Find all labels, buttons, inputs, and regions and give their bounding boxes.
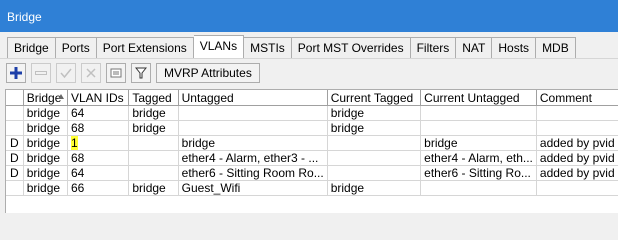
tab-port-extensions[interactable]: Port Extensions (96, 37, 194, 59)
cell-tagged: bridge (128, 120, 179, 136)
cell-untagged: ether6 - Sitting Room Ro... (178, 165, 328, 181)
column-header-current-untagged[interactable]: Current Untagged (420, 90, 537, 106)
highlighted-vlan-id: 1 (70, 136, 78, 150)
cell-tagged (128, 150, 179, 166)
tab-hosts[interactable]: Hosts (492, 37, 537, 59)
mvrp-attributes-button[interactable]: MVRP Attributes (156, 63, 260, 83)
cell-current-untagged (420, 180, 537, 196)
tab-port-mst-overrides[interactable]: Port MST Overrides (291, 37, 411, 59)
cell-untagged: Guest_Wifi (178, 180, 328, 196)
cell-bridge: bridge (23, 135, 68, 151)
enable-button[interactable] (56, 63, 76, 83)
cell-untagged (178, 120, 328, 136)
cell-current-untagged: ether4 - Alarm, eth... (420, 150, 537, 166)
cell-flags: D (6, 165, 24, 181)
cell-current-untagged (420, 105, 537, 121)
column-header-comment[interactable]: Comment (536, 90, 618, 106)
tab-nat[interactable]: NAT (456, 37, 493, 59)
tab-bar: Bridge Ports Port Extensions VLANs MSTIs… (7, 35, 576, 59)
cell-current-untagged: ether6 - Sitting Ro... (420, 165, 537, 181)
cell-flags: D (6, 135, 24, 151)
cell-current-untagged (420, 120, 537, 136)
cell-flags (6, 120, 24, 136)
cell-vlan-ids: 66 (67, 180, 130, 196)
column-header-bridge[interactable]: Bridge (23, 90, 68, 106)
disable-button[interactable] (81, 63, 101, 83)
check-icon (60, 68, 72, 79)
cell-flags (6, 180, 24, 196)
tab-divider (0, 58, 618, 59)
tab-filters[interactable]: Filters (410, 37, 457, 59)
tab-bridge[interactable]: Bridge (7, 37, 56, 59)
column-header-bridge-label: Bridge (26, 90, 62, 105)
cell-tagged: bridge (128, 180, 179, 196)
window-title-bar[interactable]: Bridge (0, 0, 618, 32)
vlan-table-container: Bridge VLAN IDs Tagged Untagged Current … (5, 89, 618, 213)
plus-icon (10, 67, 22, 79)
vlan-table: Bridge VLAN IDs Tagged Untagged Current … (6, 90, 618, 196)
cell-untagged: bridge (178, 135, 328, 151)
cell-tagged (128, 165, 179, 181)
tab-vlans[interactable]: VLANs (193, 35, 245, 59)
minus-icon (35, 71, 47, 75)
cell-comment: added by pvid (536, 150, 618, 166)
cell-untagged: ether4 - Alarm, ether3 - ... (178, 150, 328, 166)
cell-comment (536, 180, 618, 196)
cell-comment (536, 120, 618, 136)
column-header-current-tagged[interactable]: Current Tagged (327, 90, 422, 106)
cell-bridge: bridge (23, 165, 68, 181)
remove-button[interactable] (31, 63, 51, 83)
tab-mstis[interactable]: MSTIs (244, 37, 292, 59)
cell-vlan-ids: 68 (67, 150, 130, 166)
table-row[interactable]: bridge 66 bridge Guest_Wifi bridge (6, 180, 618, 196)
table-row[interactable]: D bridge 1 bridge bridge added by pvid (6, 135, 618, 151)
tab-ports[interactable]: Ports (55, 37, 97, 59)
column-header-untagged[interactable]: Untagged (178, 90, 328, 106)
comment-button[interactable] (106, 63, 126, 83)
cell-current-tagged: bridge (327, 180, 422, 196)
cell-vlan-ids: 68 (67, 120, 130, 136)
x-icon (86, 68, 96, 78)
cell-vlan-ids: 64 (67, 105, 130, 121)
sort-ascending-icon (57, 94, 64, 99)
cell-untagged (178, 105, 328, 121)
cell-current-tagged (327, 150, 422, 166)
cell-comment (536, 105, 618, 121)
table-row[interactable]: D bridge 64 ether6 - Sitting Room Ro... … (6, 165, 618, 181)
cell-comment: added by pvid (536, 165, 618, 181)
cell-bridge: bridge (23, 105, 68, 121)
tab-mdb[interactable]: MDB (536, 37, 576, 59)
window-title: Bridge (7, 10, 42, 24)
cell-current-tagged (327, 135, 422, 151)
column-header-vlan-ids[interactable]: VLAN IDs (67, 90, 130, 106)
table-row[interactable]: bridge 68 bridge bridge (6, 120, 618, 136)
cell-vlan-ids: 1 (67, 135, 130, 151)
cell-vlan-ids: 64 (67, 165, 130, 181)
cell-bridge: bridge (23, 150, 68, 166)
column-header-flags[interactable] (6, 90, 24, 106)
mvrp-attributes-label: MVRP Attributes (164, 66, 252, 80)
cell-bridge: bridge (23, 120, 68, 136)
toolbar: MVRP Attributes (6, 62, 265, 84)
cell-current-tagged: bridge (327, 105, 422, 121)
filter-button[interactable] (131, 63, 151, 83)
add-button[interactable] (6, 63, 26, 83)
table-row[interactable]: bridge 64 bridge bridge (6, 105, 618, 121)
table-row[interactable]: D bridge 68 ether4 - Alarm, ether3 - ...… (6, 150, 618, 166)
cell-current-tagged: bridge (327, 120, 422, 136)
cell-flags: D (6, 150, 24, 166)
cell-bridge: bridge (23, 180, 68, 196)
column-header-tagged[interactable]: Tagged (128, 90, 179, 106)
cell-comment: added by pvid (536, 135, 618, 151)
cell-current-untagged: bridge (420, 135, 537, 151)
table-header-row: Bridge VLAN IDs Tagged Untagged Current … (6, 90, 618, 106)
comment-icon (110, 68, 122, 78)
filter-icon (135, 67, 147, 79)
cell-tagged: bridge (128, 105, 179, 121)
cell-flags (6, 105, 24, 121)
cell-current-tagged (327, 165, 422, 181)
cell-tagged (128, 135, 179, 151)
